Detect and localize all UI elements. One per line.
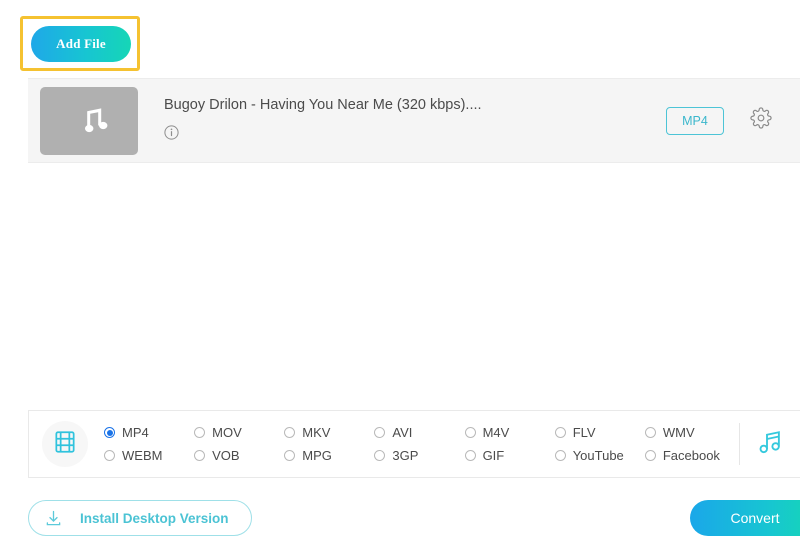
install-desktop-version-button[interactable]: Install Desktop Version bbox=[28, 500, 252, 536]
format-option-youtube[interactable]: YouTube bbox=[555, 444, 645, 467]
format-option-mp4[interactable]: MP4 bbox=[104, 421, 194, 444]
video-category-button[interactable] bbox=[42, 421, 88, 467]
radio-icon[interactable] bbox=[104, 427, 115, 438]
format-option-label: MPG bbox=[302, 448, 332, 463]
format-option-label: MP4 bbox=[122, 425, 149, 440]
file-list-item[interactable]: Bugoy Drilon - Having You Near Me (320 k… bbox=[28, 78, 800, 163]
format-option-label: WMV bbox=[663, 425, 695, 440]
format-option-3gp[interactable]: 3GP bbox=[374, 444, 464, 467]
add-file-button[interactable]: Add File bbox=[31, 26, 131, 62]
add-file-label: Add File bbox=[56, 36, 106, 52]
radio-icon[interactable] bbox=[284, 450, 295, 461]
format-option-label: YouTube bbox=[573, 448, 624, 463]
radio-icon[interactable] bbox=[284, 427, 295, 438]
format-option-label: GIF bbox=[483, 448, 505, 463]
format-option-mov[interactable]: MOV bbox=[194, 421, 284, 444]
file-format-badge[interactable]: MP4 bbox=[666, 107, 724, 135]
radio-icon[interactable] bbox=[465, 450, 476, 461]
radio-icon[interactable] bbox=[374, 450, 385, 461]
format-option-vob[interactable]: VOB bbox=[194, 444, 284, 467]
format-option-m4v[interactable]: M4V bbox=[465, 421, 555, 444]
file-name: Bugoy Drilon - Having You Near Me (320 k… bbox=[164, 97, 666, 113]
format-option-mkv[interactable]: MKV bbox=[284, 421, 374, 444]
format-option-flv[interactable]: FLV bbox=[555, 421, 645, 444]
radio-icon[interactable] bbox=[374, 427, 385, 438]
format-option-label: M4V bbox=[483, 425, 510, 440]
output-format-panel: MP4 MOV MKV AVI M4V FLV WMV WEBM bbox=[28, 410, 800, 478]
format-option-wmv[interactable]: WMV bbox=[645, 421, 735, 444]
radio-icon[interactable] bbox=[555, 427, 566, 438]
file-details: Bugoy Drilon - Having You Near Me (320 k… bbox=[164, 97, 666, 145]
radio-icon[interactable] bbox=[555, 450, 566, 461]
format-option-label: FLV bbox=[573, 425, 596, 440]
download-icon bbox=[43, 508, 64, 529]
film-strip-icon bbox=[52, 429, 78, 460]
top-toolbar: Add File bbox=[0, 0, 800, 76]
format-option-label: AVI bbox=[392, 425, 412, 440]
format-option-label: MKV bbox=[302, 425, 330, 440]
file-settings-button[interactable] bbox=[748, 108, 774, 134]
file-thumbnail bbox=[40, 87, 138, 155]
format-option-label: MOV bbox=[212, 425, 242, 440]
format-option-webm[interactable]: WEBM bbox=[104, 444, 194, 467]
file-format-badge-label: MP4 bbox=[682, 114, 708, 128]
format-option-label: VOB bbox=[212, 448, 239, 463]
gear-icon bbox=[750, 107, 772, 134]
radio-icon[interactable] bbox=[194, 427, 205, 438]
file-list-empty-area bbox=[0, 164, 800, 410]
format-option-mpg[interactable]: MPG bbox=[284, 444, 374, 467]
radio-icon[interactable] bbox=[194, 450, 205, 461]
format-options-grid: MP4 MOV MKV AVI M4V FLV WMV WEBM bbox=[104, 421, 735, 467]
format-option-gif[interactable]: GIF bbox=[465, 444, 555, 467]
format-option-label: Facebook bbox=[663, 448, 720, 463]
radio-icon[interactable] bbox=[645, 450, 656, 461]
install-desktop-version-label: Install Desktop Version bbox=[80, 511, 229, 526]
bottom-action-bar: Install Desktop Version Convert bbox=[0, 478, 800, 557]
radio-icon[interactable] bbox=[104, 450, 115, 461]
music-note-icon bbox=[66, 95, 112, 146]
audio-category-button[interactable] bbox=[740, 427, 800, 462]
radio-icon[interactable] bbox=[645, 427, 656, 438]
format-option-avi[interactable]: AVI bbox=[374, 421, 464, 444]
format-option-label: 3GP bbox=[392, 448, 418, 463]
music-note-icon bbox=[755, 427, 785, 462]
format-option-facebook[interactable]: Facebook bbox=[645, 444, 735, 467]
convert-label: Convert bbox=[730, 510, 779, 526]
info-icon[interactable] bbox=[164, 125, 179, 140]
convert-button[interactable]: Convert bbox=[690, 500, 800, 536]
radio-icon[interactable] bbox=[465, 427, 476, 438]
format-option-label: WEBM bbox=[122, 448, 162, 463]
